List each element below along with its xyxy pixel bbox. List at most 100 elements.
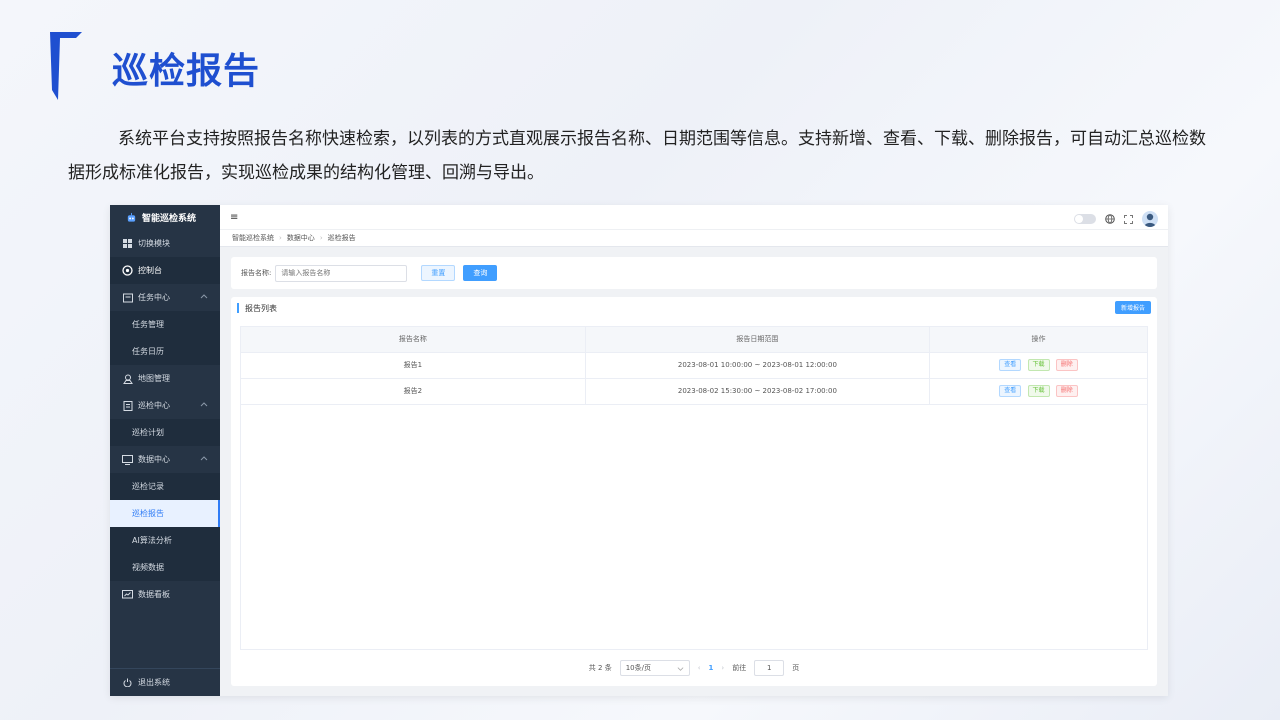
sidebar-item-label: 任务中心 (138, 293, 170, 302)
search-panel: 报告名称: 重置 查询 (231, 257, 1157, 289)
prev-page-icon[interactable]: ‹ (698, 664, 701, 672)
corner-bracket-decoration (50, 32, 82, 100)
table-row: 报告2 2023-08-02 15:30:00 ~ 2023-08-02 17:… (241, 378, 1147, 405)
sidebar-item-video-data[interactable]: 视频数据 (110, 554, 220, 581)
sidebar-item-dashboard[interactable]: 控制台 (110, 257, 220, 284)
app-window: 智能巡检系统 切换模块 控制台 任务中心 任务管理 任务日历 地图管理 巡检中心 (110, 205, 1168, 696)
download-button[interactable]: 下载 (1027, 359, 1050, 371)
report-list-panel: 报告列表 新增报告 报告名称 报告日期范围 操作 报告1 2023-08-01 … (231, 297, 1157, 686)
column-header: 操作 (929, 327, 1147, 353)
inspection-icon (122, 400, 133, 411)
sidebar-item-label: 任务管理 (132, 320, 164, 329)
breadcrumb-separator: › (319, 234, 323, 242)
page-size-select[interactable]: 10条/页 (619, 660, 690, 676)
page-size-value: 10条/页 (625, 664, 651, 672)
table-header-row: 报告名称 报告日期范围 操作 (241, 327, 1147, 353)
breadcrumb-separator: › (279, 234, 282, 242)
sidebar-item-inspection-records[interactable]: 巡检记录 (110, 473, 220, 500)
sidebar-item-task-calendar[interactable]: 任务日历 (110, 338, 220, 365)
logout-button[interactable]: 退出系统 (110, 668, 220, 696)
globe-icon[interactable] (1105, 209, 1115, 228)
power-icon (122, 677, 133, 688)
sidebar-item-label: 巡检报告 (132, 509, 164, 518)
sidebar-item-label: 任务日历 (132, 347, 164, 356)
brand-name: 智能巡检系统 (142, 214, 197, 224)
actions-cell: 查看 下载 删除 (929, 378, 1147, 405)
report-name-label: 报告名称: (241, 269, 272, 277)
sidebar-item-switch-module[interactable]: 切换模块 (110, 230, 220, 257)
goto-label: 前往 (732, 664, 747, 672)
sidebar-item-data-center[interactable]: 数据中心 (110, 446, 220, 473)
delete-button[interactable]: 删除 (1055, 385, 1078, 397)
column-header: 报告日期范围 (585, 327, 931, 353)
report-range-cell: 2023-08-01 10:00:00 ~ 2023-08-01 12:00:0… (585, 352, 931, 379)
breadcrumb: 智能巡检系统 › 数据中心 › 巡检报告 (220, 229, 1168, 247)
column-header: 报告名称 (241, 327, 586, 353)
chevron-up-icon (200, 456, 208, 461)
download-button[interactable]: 下载 (1027, 385, 1050, 397)
sidebar-item-data-board[interactable]: 数据看板 (110, 581, 220, 608)
sidebar-item-label: 巡检中心 (138, 401, 170, 410)
main-content: ≡ 智能巡检系统 › 数据中心 › 巡检报告 报告名称: 重置 查询 报告列表 (220, 205, 1168, 696)
breadcrumb-item[interactable]: 智能巡检系统 (232, 233, 274, 243)
chevron-down-icon (677, 666, 684, 671)
sidebar-item-label: 视频数据 (132, 563, 164, 572)
theme-toggle[interactable] (1074, 213, 1096, 224)
chevron-up-icon (200, 294, 208, 299)
sidebar: 智能巡检系统 切换模块 控制台 任务中心 任务管理 任务日历 地图管理 巡检中心 (110, 205, 220, 696)
report-name-cell: 报告1 (241, 352, 586, 379)
report-range-cell: 2023-08-02 15:30:00 ~ 2023-08-02 17:00:0… (585, 378, 931, 405)
sidebar-item-label: 数据看板 (138, 590, 170, 599)
sidebar-item-label: 数据中心 (138, 455, 170, 464)
map-icon (122, 373, 133, 384)
sidebar-item-inspection-report[interactable]: 巡检报告 (110, 500, 220, 527)
report-name-input[interactable] (275, 264, 408, 282)
sidebar-item-label: 切换模块 (138, 239, 170, 248)
logout-label: 退出系统 (138, 678, 170, 687)
view-button[interactable]: 查看 (999, 359, 1022, 371)
list-header: 报告列表 (231, 297, 1157, 319)
sidebar-item-label: 巡检计划 (132, 428, 164, 437)
slide-description: 系统平台支持按照报告名称快速检索，以列表的方式直观展示报告名称、日期范围等信息。… (68, 129, 1206, 183)
page-title: 巡检报告 (112, 51, 261, 92)
fullscreen-icon[interactable] (1124, 209, 1133, 228)
reset-button[interactable]: 重置 (421, 265, 456, 281)
avatar[interactable] (1142, 210, 1158, 227)
breadcrumb-item[interactable]: 数据中心 (287, 233, 315, 243)
total-count: 共 2 条 (588, 664, 612, 672)
sidebar-item-inspection-plan[interactable]: 巡检计划 (110, 419, 220, 446)
header-accent-bar (237, 303, 239, 313)
chevron-up-icon (200, 402, 208, 407)
sidebar-item-map-management[interactable]: 地图管理 (110, 365, 220, 392)
page-number-current[interactable]: 1 (709, 664, 714, 672)
delete-button[interactable]: 删除 (1055, 359, 1078, 371)
top-bar-actions (1074, 209, 1158, 228)
sidebar-item-label: 地图管理 (138, 374, 170, 383)
report-name-cell: 报告2 (241, 378, 586, 405)
sidebar-item-ai-analysis[interactable]: AI算法分析 (110, 527, 220, 554)
page-suffix: 页 (792, 664, 800, 672)
add-report-button[interactable]: 新增报告 (1114, 301, 1151, 314)
task-icon (122, 292, 133, 303)
list-title: 报告列表 (245, 303, 277, 313)
sidebar-item-task-center[interactable]: 任务中心 (110, 284, 220, 311)
sidebar-item-task-management[interactable]: 任务管理 (110, 311, 220, 338)
robot-icon (126, 212, 137, 223)
sidebar-item-label: 巡检记录 (132, 482, 164, 491)
goto-page-input[interactable] (754, 660, 785, 676)
sidebar-item-label: AI算法分析 (132, 536, 172, 545)
sidebar-item-label: 控制台 (138, 266, 162, 275)
actions-cell: 查看 下载 删除 (929, 352, 1147, 379)
grid-icon (122, 238, 133, 249)
report-table: 报告名称 报告日期范围 操作 报告1 2023-08-01 10:00:00 ~… (240, 326, 1148, 650)
board-icon (122, 589, 133, 600)
next-page-icon[interactable]: › (721, 664, 724, 672)
menu-toggle-icon[interactable]: ≡ (230, 212, 238, 223)
top-bar: ≡ (220, 205, 1168, 229)
sidebar-item-inspection-center[interactable]: 巡检中心 (110, 392, 220, 419)
dashboard-icon (122, 265, 133, 276)
view-button[interactable]: 查看 (999, 385, 1022, 397)
query-button[interactable]: 查询 (463, 265, 498, 281)
pagination: 共 2 条 10条/页 ‹ 1 › 前往 页 (231, 660, 1157, 676)
table-row: 报告1 2023-08-01 10:00:00 ~ 2023-08-01 12:… (241, 352, 1147, 379)
